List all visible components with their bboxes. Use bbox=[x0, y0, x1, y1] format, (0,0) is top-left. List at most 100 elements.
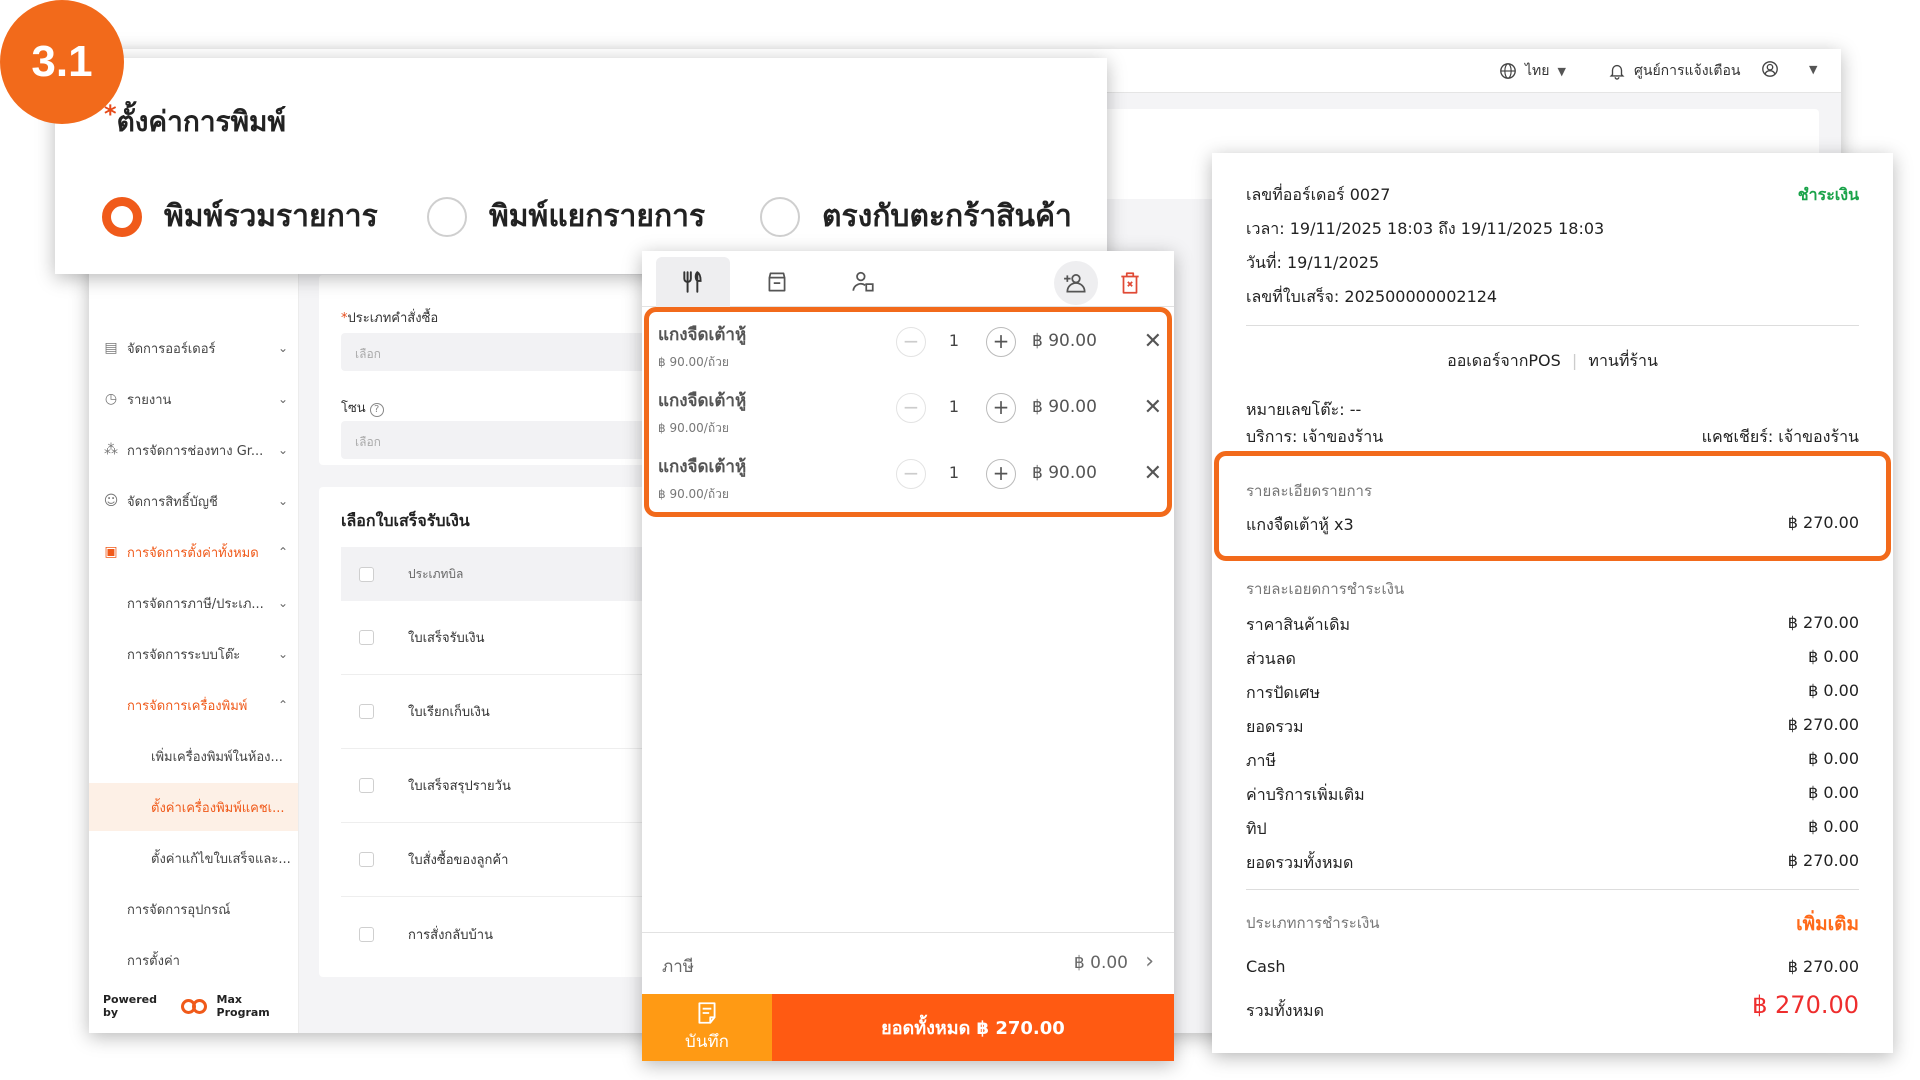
sidebar-item-label: รายงาน bbox=[127, 392, 172, 408]
pos-cart-panel: แกงจืดเต้าหู้ ฿ 90.00/ถ้วย − 1 + ฿ 90.00… bbox=[642, 251, 1174, 1061]
sidebar-item-account-rights[interactable]: ☺ จัดการสิทธิ์บัญชี ⌄ bbox=[89, 477, 298, 525]
sidebar-item-devices[interactable]: การจัดการอุปกรณ์ bbox=[89, 885, 298, 933]
radio-label: ตรงกับตะกร้าสินค้า bbox=[822, 199, 1072, 234]
radio-label: พิมพ์รวมรายการ bbox=[164, 199, 378, 234]
chevron-right-icon: › bbox=[1145, 949, 1154, 974]
note-icon bbox=[698, 1002, 716, 1024]
receipt-items-highlight bbox=[1214, 451, 1891, 561]
summary-value: ฿ 0.00 bbox=[1808, 647, 1859, 666]
bill-type-header: ประเภทบิล bbox=[408, 566, 464, 581]
sidebar-item-reports[interactable]: ◷ รายงาน ⌄ bbox=[89, 375, 298, 423]
summary-label: ค่าบริการเพิ่มเติม bbox=[1246, 785, 1365, 804]
bell-icon bbox=[1609, 64, 1625, 80]
sidebar-item-orders[interactable]: ▤ จัดการออร์เดอร์ ⌄ bbox=[89, 324, 298, 372]
sidebar-item-label: ตั้งค่าแก้ไขใบเสร็จและ... bbox=[151, 851, 291, 867]
sidebar-item-label: การจัดการภาษี/ประเภ... bbox=[127, 596, 264, 612]
print-settings-title: *ตั้งค่าการพิมพ์ bbox=[104, 100, 286, 138]
sidebar-item-label: การจัดการตั้งค่าทั้งหมด bbox=[127, 545, 259, 561]
trash-icon bbox=[1121, 272, 1139, 294]
receipt-types-title: เลือกใบเสร็จรับเงิน bbox=[341, 511, 470, 530]
summary-value: ฿ 270.00 bbox=[1787, 851, 1859, 870]
help-icon[interactable]: ? bbox=[369, 403, 384, 417]
chevron-down-icon: ▼ bbox=[1557, 64, 1566, 78]
tab-dine-in[interactable] bbox=[656, 257, 730, 307]
max-program-logo-icon bbox=[180, 997, 211, 1015]
checkout-total-button[interactable]: ยอดทั้งหมด ฿ 270.00 bbox=[772, 994, 1174, 1061]
grand-total-label: รวมทั้งหมด bbox=[1246, 1001, 1324, 1020]
zone-label-text: โซน bbox=[341, 401, 366, 416]
summary-value: ฿ 0.00 bbox=[1808, 783, 1859, 802]
save-order-button[interactable]: บันทึก bbox=[642, 994, 772, 1061]
sidebar-item-printers[interactable]: การจัดการเครื่องพิมพ์ ⌃ bbox=[89, 681, 298, 729]
summary-value: ฿ 270.00 bbox=[1787, 715, 1859, 734]
order-source-line: ออเดอร์จากPOS | ทานที่ร้าน bbox=[1447, 351, 1658, 370]
sidebar-item-label: การตั้งค่า bbox=[127, 953, 180, 969]
chevron-up-icon: ⌃ bbox=[277, 698, 289, 712]
tax-label: ภาษี bbox=[662, 957, 694, 977]
chevron-up-icon: ⌃ bbox=[277, 545, 289, 559]
row-checkbox[interactable] bbox=[359, 852, 374, 867]
chevron-down-icon: ⌄ bbox=[277, 647, 289, 661]
payment-detail-title: รายละเอยดการชำระเงิน bbox=[1246, 580, 1405, 598]
pos-action-bar: บันทึก ยอดทั้งหมด ฿ 270.00 bbox=[642, 994, 1174, 1061]
tab-takeaway[interactable] bbox=[740, 257, 814, 307]
summary-label: ทิป bbox=[1246, 819, 1267, 838]
cashier-name: แคชเชียร์: เจ้าของร้าน bbox=[1701, 427, 1859, 446]
clear-cart-button[interactable] bbox=[1108, 261, 1152, 305]
sidebar-item-tables[interactable]: การจัดการระบบโต๊ะ ⌄ bbox=[89, 630, 298, 678]
chevron-down-icon: ⌄ bbox=[277, 596, 289, 610]
sidebar-item-label: จัดการสิทธิ์บัญชี bbox=[127, 494, 218, 510]
add-customer-button[interactable] bbox=[1054, 261, 1098, 305]
radio-print-separate[interactable]: พิมพ์แยกรายการ bbox=[427, 193, 705, 240]
order-type-label-text: ประเภทคำสั่งซื้อ bbox=[347, 311, 439, 326]
clipboard-icon: ▤ bbox=[104, 340, 118, 356]
add-payment-link[interactable]: เพิ่มเติม bbox=[1796, 909, 1859, 939]
cash-label: Cash bbox=[1246, 957, 1286, 976]
radio-unchecked-icon bbox=[760, 196, 800, 237]
powered-by-label: Powered by bbox=[103, 993, 158, 1019]
sidebar-item-label: เพิ่มเครื่องพิมพ์ในห้อง... bbox=[151, 749, 283, 765]
tax-row[interactable]: ภาษี ฿ 0.00 › bbox=[642, 932, 1174, 994]
zone-label: โซน? bbox=[341, 397, 384, 418]
sidebar-item-label: ตั้งค่าเครื่องพิมพ์แคชเ... bbox=[151, 800, 285, 816]
user-rights-icon: ☺ bbox=[103, 493, 119, 509]
tax-value: ฿ 0.00 bbox=[1073, 953, 1128, 973]
radio-match-cart[interactable]: ตรงกับตะกร้าสินค้า bbox=[760, 193, 1072, 240]
print-settings-title-text: ตั้งค่าการพิมพ์ bbox=[116, 105, 286, 138]
select-all-checkbox[interactable] bbox=[359, 566, 374, 582]
language-label: ไทย bbox=[1525, 63, 1550, 79]
summary-value: ฿ 270.00 bbox=[1787, 613, 1859, 632]
sidebar-item-label: การจัดการเครื่องพิมพ์ bbox=[127, 698, 248, 714]
powered-by: Powered by Max Program bbox=[103, 993, 298, 1019]
row-checkbox[interactable] bbox=[359, 630, 374, 645]
sidebar-item-receipt-edit-settings[interactable]: ตั้งค่าแก้ไขใบเสร็จและ... bbox=[89, 834, 298, 882]
row-checkbox[interactable] bbox=[359, 778, 374, 793]
row-checkbox[interactable] bbox=[359, 704, 374, 719]
summary-label: ภาษี bbox=[1246, 751, 1277, 770]
tab-delivery[interactable] bbox=[826, 257, 900, 307]
payment-type-title: ประเภทการชำระเงิน bbox=[1246, 914, 1380, 932]
summary-label: ราคาสินค้าเดิม bbox=[1246, 615, 1351, 634]
bill-type-name: ใบเสร็จสรุปรายวัน bbox=[408, 779, 511, 794]
step-badge: 3.1 bbox=[0, 0, 124, 124]
total-label: ยอดทั้งหมด ฿ 270.00 bbox=[881, 1018, 1065, 1039]
sidebar-item-channels[interactable]: ⁂ การจัดการช่องทาง Gr... ⌄ bbox=[89, 426, 298, 474]
language-selector[interactable]: ไทย ▼ bbox=[1499, 60, 1566, 82]
radio-print-combined[interactable]: พิมพ์รวมรายการ bbox=[102, 193, 378, 240]
notification-center[interactable]: ศูนย์การแจ้งเตือน bbox=[1608, 60, 1740, 82]
zone-placeholder: เลือก bbox=[355, 435, 381, 449]
sidebar-item-settings[interactable]: การตั้งค่า bbox=[89, 936, 298, 984]
summary-value: ฿ 0.00 bbox=[1808, 681, 1859, 700]
sidebar-item-cashier-printer-settings[interactable]: ตั้งค่าเครื่องพิมพ์แคชเ... bbox=[89, 783, 298, 831]
sidebar-item-label: การจัดการระบบโต๊ะ bbox=[127, 647, 241, 663]
summary-label: ส่วนลด bbox=[1246, 649, 1296, 668]
sidebar-item-add-kitchen-printer[interactable]: เพิ่มเครื่องพิมพ์ในห้อง... bbox=[89, 732, 298, 780]
bill-type-name: ใบเสร็จรับเงิน bbox=[408, 631, 485, 646]
sidebar-item-tax[interactable]: การจัดการภาษี/ประเภ... ⌄ bbox=[89, 579, 298, 627]
radio-label: พิมพ์แยกรายการ bbox=[489, 199, 706, 234]
radio-unchecked-icon bbox=[427, 196, 467, 237]
divider bbox=[1246, 889, 1859, 890]
account-menu[interactable]: ▼ bbox=[1761, 60, 1817, 78]
sidebar-item-all-settings[interactable]: ▣ การจัดการตั้งค่าทั้งหมด ⌃ bbox=[89, 528, 298, 576]
row-checkbox[interactable] bbox=[359, 926, 374, 942]
